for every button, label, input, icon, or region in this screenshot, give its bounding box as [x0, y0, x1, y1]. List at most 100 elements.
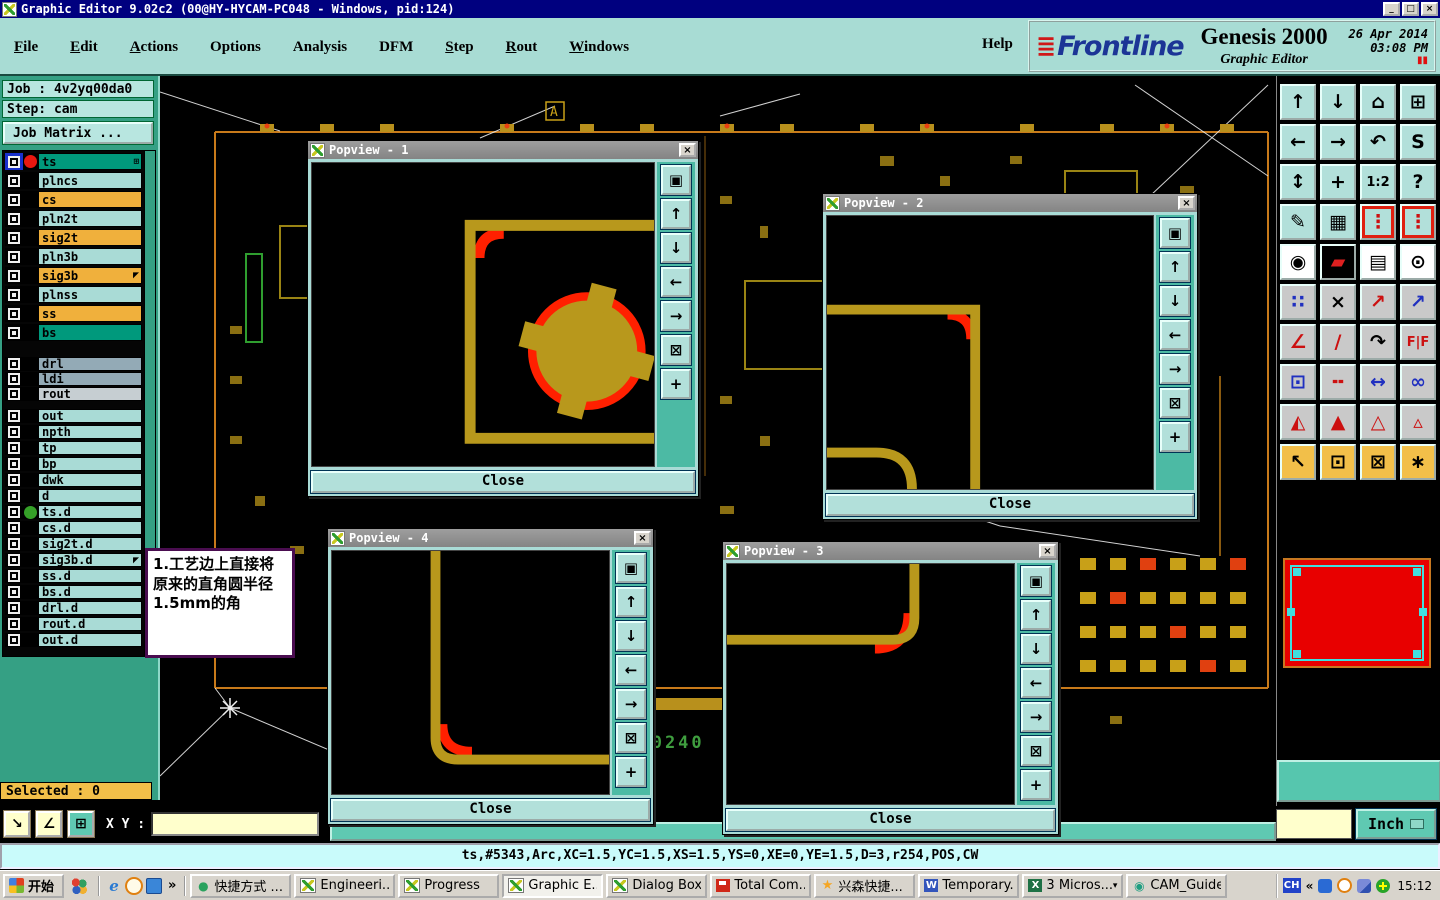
layer-row-ts.d[interactable]: ts.d [5, 505, 142, 519]
measure-edge-button[interactable]: ▰ [1319, 243, 1357, 281]
layer-row-drl[interactable]: drl [5, 357, 142, 371]
copy-pad-button[interactable]: ⊡ [1279, 363, 1317, 401]
popview-close-button[interactable]: Close [330, 798, 651, 822]
mode-frame-button[interactable]: ⊡ [1319, 443, 1357, 481]
layer-visibility-checkbox[interactable] [5, 191, 23, 208]
pan-button[interactable]: + [1020, 769, 1052, 801]
popview-canvas[interactable] [826, 215, 1154, 490]
popview-close-button[interactable]: Close [825, 493, 1195, 517]
scroll-left-button[interactable]: ← [1020, 667, 1052, 699]
scroll-down-button[interactable]: ↓ [660, 232, 692, 264]
move-up-button[interactable]: ↗ [1399, 283, 1437, 321]
layer-visibility-checkbox[interactable] [5, 153, 23, 170]
popview-titlebar[interactable]: Popview - 4 × [328, 529, 653, 547]
layer-visibility-checkbox[interactable] [5, 521, 23, 535]
zoom-in-window-button[interactable]: ↑ [1279, 83, 1317, 121]
taskbar-item[interactable]: ★ 兴森快捷... [814, 873, 916, 898]
popup-new-button[interactable]: ▣ [1159, 217, 1191, 249]
popview-close-button[interactable]: Close [725, 808, 1056, 832]
taskbar-item[interactable]: Engineeri... [294, 873, 396, 898]
app-launcher-icon[interactable] [70, 876, 89, 895]
rotate-button[interactable]: ↷ [1359, 323, 1397, 361]
layer-visibility-checkbox[interactable] [5, 372, 23, 386]
scroll-up-button[interactable]: ↑ [1159, 251, 1191, 283]
layer-visibility-checkbox[interactable] [5, 248, 23, 265]
xy-input[interactable] [151, 812, 320, 836]
select-pad-button[interactable]: ⊙ [1399, 243, 1437, 281]
scroll-up-button[interactable]: ↑ [660, 198, 692, 230]
close-icon[interactable]: × [1178, 196, 1195, 210]
layer-visibility-checkbox[interactable] [5, 286, 23, 303]
layer-row-out.d[interactable]: out.d [5, 633, 142, 647]
delete-object-button[interactable]: × [1319, 283, 1357, 321]
scroll-left-button[interactable]: ← [615, 654, 647, 686]
ruler-button[interactable]: ▤ [1359, 243, 1397, 281]
scroll-right-button[interactable]: → [1159, 353, 1191, 385]
mode-select-button[interactable]: ↖ [1279, 443, 1317, 481]
serpentine-view-button[interactable]: S [1399, 123, 1437, 161]
menu-options[interactable]: Options [206, 37, 265, 58]
scroll-up-button[interactable]: ↑ [615, 586, 647, 618]
popup-new-button[interactable]: ▣ [615, 552, 647, 584]
menu-edit[interactable]: Edit [66, 37, 102, 58]
close-button[interactable]: × [1421, 2, 1438, 16]
select-chain-button[interactable]: ∷ [1279, 283, 1317, 321]
netlist-front-button[interactable]: ⋮ [1359, 203, 1397, 241]
layer-row-bs[interactable]: bs [5, 324, 142, 341]
popup-new-button[interactable]: ▣ [1020, 565, 1052, 597]
layer-visibility-checkbox[interactable] [5, 425, 23, 439]
layer-row-bp[interactable]: bp [5, 457, 142, 471]
fit-height-button[interactable]: ↕ [1279, 163, 1317, 201]
scroll-up-button[interactable]: ↑ [1020, 599, 1052, 631]
mode-polygon-button[interactable]: ⊠ [1359, 443, 1397, 481]
restore-button[interactable]: □ [1402, 2, 1419, 16]
scroll-down-button[interactable]: ↓ [1020, 633, 1052, 665]
layer-row-rout.d[interactable]: rout.d [5, 617, 142, 631]
taskbar-item[interactable]: X3 Micros... ▾ [1022, 873, 1124, 898]
start-button[interactable]: 开始 [3, 873, 65, 898]
layer-visibility-checkbox[interactable] [5, 633, 23, 647]
popview-titlebar[interactable]: Popview - 3 × [723, 542, 1058, 560]
popview-close-button[interactable]: Close [310, 470, 696, 494]
mirror-button[interactable]: F|F [1399, 323, 1437, 361]
menu-help[interactable]: Help [978, 34, 1017, 55]
menu-dfm[interactable]: DFM [375, 37, 417, 58]
profile-open-button[interactable]: ◭ [1279, 403, 1317, 441]
taskbar-item[interactable]: WTemporary... [918, 873, 1020, 898]
close-icon[interactable]: × [1039, 544, 1056, 558]
tray-clock-icon[interactable] [1337, 878, 1353, 893]
profile-filled-button[interactable]: △ [1359, 403, 1397, 441]
zoom-fit-button[interactable]: ⊠ [660, 334, 692, 366]
layer-visibility-checkbox[interactable] [5, 210, 23, 227]
layer-visibility-checkbox[interactable] [5, 457, 23, 471]
popview-canvas[interactable] [311, 162, 655, 467]
menu-actions[interactable]: Actions [126, 37, 182, 58]
layer-row-plncs[interactable]: plncs [5, 172, 142, 189]
home-view-button[interactable]: ⌂ [1359, 83, 1397, 121]
pan-button[interactable]: + [1159, 421, 1191, 453]
grid-toggle-button[interactable]: ▦ [1319, 203, 1357, 241]
job-matrix-button[interactable]: Job Matrix ... [2, 121, 154, 145]
pan-right-button[interactable]: → [1319, 123, 1357, 161]
explorer-icon[interactable] [146, 877, 163, 894]
layer-visibility-checkbox[interactable] [5, 387, 23, 401]
coords-mode-button[interactable]: ↘ [3, 810, 31, 838]
layer-visibility-checkbox[interactable] [5, 305, 23, 322]
close-icon[interactable]: × [679, 143, 696, 157]
pan-left-button[interactable]: ← [1279, 123, 1317, 161]
zoom-out-window-button[interactable]: ↓ [1319, 83, 1357, 121]
popview-window-1[interactable]: Popview - 1 × ▣ ↑ ↓ ← → ⊠ + Close [307, 140, 699, 497]
scroll-right-button[interactable]: → [1020, 701, 1052, 733]
fit-all-button[interactable]: + [1319, 163, 1357, 201]
layer-row-pln3b[interactable]: pln3b [5, 248, 142, 265]
layer-row-bs.d[interactable]: bs.d [5, 585, 142, 599]
layer-visibility-checkbox[interactable] [5, 409, 23, 423]
menu-analysis[interactable]: Analysis [289, 37, 351, 58]
layer-row-npth[interactable]: npth [5, 425, 142, 439]
copy-up-button[interactable]: ↗ [1359, 283, 1397, 321]
layer-visibility-checkbox[interactable] [5, 267, 23, 284]
menu-step[interactable]: Step [441, 37, 477, 58]
layer-row-ss[interactable]: ss [5, 305, 142, 322]
layer-row-cs.d[interactable]: cs.d [5, 521, 142, 535]
tray-collapse-icon[interactable]: « [1306, 879, 1314, 893]
